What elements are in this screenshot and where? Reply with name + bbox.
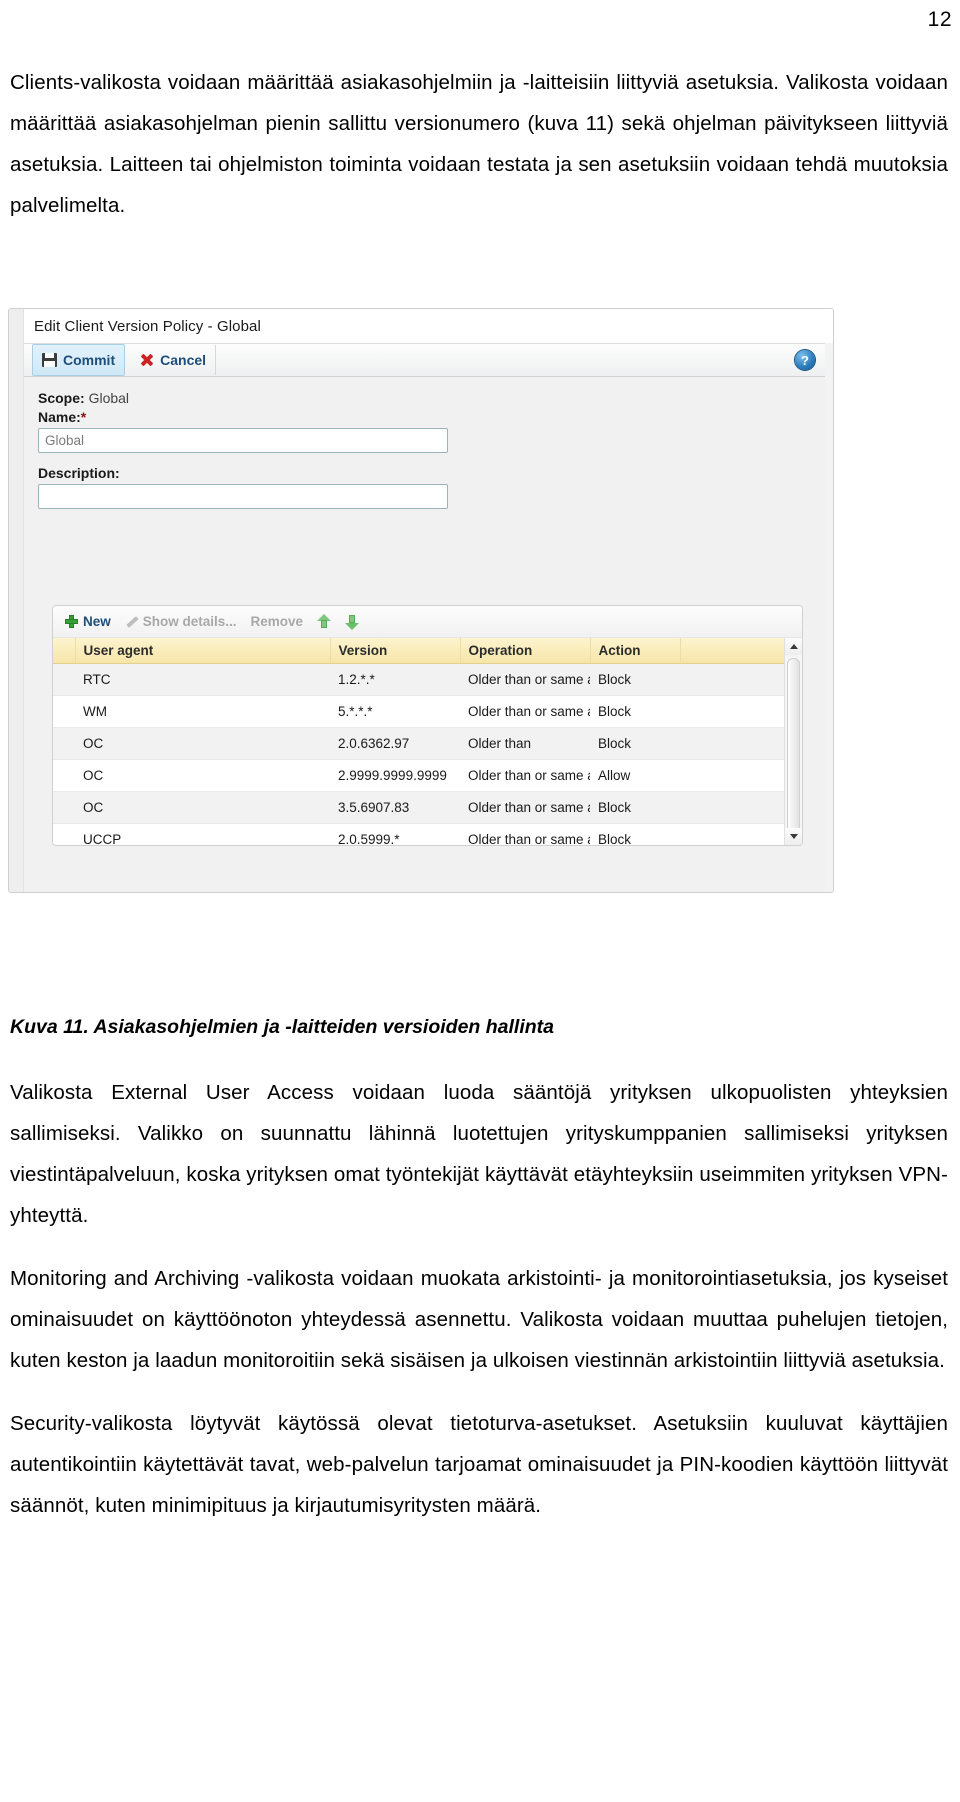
cell-operation: Older than or same as <box>460 759 590 792</box>
column-header-user-agent[interactable]: User agent <box>75 638 331 664</box>
cell-user-agent: OC <box>75 727 330 760</box>
figure-caption-wrap: Kuva 11. Asiakasohjelmien ja -laitteiden… <box>10 1012 948 1042</box>
name-label: Name: <box>38 409 81 425</box>
paragraph-2: Valikosta External User Access voidaan l… <box>10 1081 948 1227</box>
commit-button-label: Commit <box>63 352 116 368</box>
cell-operation: Older than or same as <box>460 823 590 845</box>
paragraph-1: Clients-valikosta voidaan määrittää asia… <box>10 71 948 217</box>
cell-action: Block <box>590 791 680 824</box>
plus-icon <box>65 615 78 628</box>
new-button[interactable]: New <box>65 614 111 629</box>
table-body: RTC 1.2.*.* Older than or same as Block … <box>53 663 802 845</box>
table-row[interactable]: OC 2.0.6362.97 Older than Block <box>53 727 802 760</box>
cell-version: 5.*.*.* <box>330 695 460 728</box>
name-required-marker: * <box>80 409 87 425</box>
cancel-x-icon <box>140 353 154 367</box>
table-vertical-scrollbar[interactable] <box>784 638 802 845</box>
cell-user-agent: OC <box>75 759 330 792</box>
table-row[interactable]: OC 3.5.6907.83 Older than or same as Blo… <box>53 791 802 824</box>
cell-action: Block <box>590 727 680 760</box>
cell-operation: Older than or same as <box>460 663 590 696</box>
document-body-bottom: Valikosta External User Access voidaan l… <box>10 1072 948 1526</box>
move-up-button[interactable] <box>317 613 332 630</box>
table-row[interactable]: RTC 1.2.*.* Older than or same as Block <box>53 663 802 696</box>
cell-action: Block <box>590 663 680 696</box>
column-header-operation[interactable]: Operation <box>460 638 591 664</box>
save-icon <box>42 353 57 367</box>
cell-version: 1.2.*.* <box>330 663 460 696</box>
scope-row: Scope: Global <box>38 390 811 406</box>
cancel-button[interactable]: Cancel <box>131 345 217 375</box>
cell-version: 2.0.5999.* <box>330 823 460 845</box>
cell-operation: Older than or same as <box>460 695 590 728</box>
new-button-label: New <box>83 614 111 629</box>
cell-user-agent: OC <box>75 791 330 824</box>
description-label-row: Description: <box>38 465 811 481</box>
version-rules-panel: New Show details... Remove User agent Ve… <box>52 605 803 846</box>
cell-operation: Older than or same as <box>460 791 590 824</box>
column-header-action[interactable]: Action <box>590 638 681 664</box>
cell-action: Block <box>590 823 680 845</box>
table-row[interactable]: UCCP 2.0.5999.* Older than or same as Bl… <box>53 823 802 845</box>
scrollbar-thumb[interactable] <box>787 658 800 845</box>
commit-button[interactable]: Commit <box>32 344 126 376</box>
figure-screenshot: Edit Client Version Policy - Global Comm… <box>8 308 834 893</box>
table-row[interactable]: WM 5.*.*.* Older than or same as Block <box>53 695 802 728</box>
cell-action: Allow <box>590 759 680 792</box>
show-details-button[interactable]: Show details... <box>125 614 237 629</box>
version-rules-table: User agent Version Operation Action RTC … <box>53 638 802 845</box>
window-toolbar: Commit Cancel ? <box>24 343 825 377</box>
table-row[interactable]: OC 2.9999.9999.9999 Older than or same a… <box>53 759 802 792</box>
scope-value: Global <box>88 390 130 406</box>
cell-user-agent: WM <box>75 695 330 728</box>
page-number: 12 <box>927 8 952 31</box>
window-title: Edit Client Version Policy - Global <box>34 317 261 335</box>
scope-label: Scope: <box>38 390 85 406</box>
move-down-button[interactable] <box>345 614 360 630</box>
cell-user-agent: UCCP <box>75 823 330 845</box>
edit-client-version-policy-window: Edit Client Version Policy - Global Comm… <box>8 308 834 893</box>
remove-button-label: Remove <box>250 614 304 629</box>
pencil-icon <box>125 615 138 628</box>
cell-user-agent: RTC <box>75 663 330 696</box>
column-header-version[interactable]: Version <box>330 638 461 664</box>
policy-form: Scope: Global Name:* Global Description: <box>24 377 825 892</box>
row-gutter <box>53 759 75 792</box>
window-titlebar: Edit Client Version Policy - Global <box>24 309 833 343</box>
scroll-up-icon[interactable] <box>785 638 802 655</box>
name-input[interactable]: Global <box>38 428 448 453</box>
list-toolbar: New Show details... Remove <box>53 606 802 638</box>
cancel-button-label: Cancel <box>160 352 207 368</box>
document-body-top: Clients-valikosta voidaan määrittää asia… <box>10 62 948 226</box>
row-gutter <box>53 663 75 696</box>
row-gutter <box>53 695 75 728</box>
figure-caption: Kuva 11. Asiakasohjelmien ja -laitteiden… <box>10 1016 555 1038</box>
arrow-up-icon <box>317 613 332 630</box>
remove-button[interactable]: Remove <box>251 614 304 629</box>
description-label: Description: <box>38 465 120 481</box>
table-header-row: User agent Version Operation Action <box>53 638 802 664</box>
scroll-down-icon[interactable] <box>785 828 802 845</box>
show-details-button-label: Show details... <box>142 614 237 629</box>
cell-version: 2.9999.9999.9999 <box>330 759 460 792</box>
paragraph-4: Security-valikosta löytyvät käytössä ole… <box>10 1412 948 1517</box>
row-gutter <box>53 727 75 760</box>
cell-action: Block <box>590 695 680 728</box>
name-label-row: Name:* <box>38 409 811 425</box>
arrow-down-icon <box>345 614 360 630</box>
cell-operation: Older than <box>460 727 590 760</box>
description-input[interactable] <box>38 484 448 509</box>
row-gutter <box>53 823 75 845</box>
cell-version: 3.5.6907.83 <box>330 791 460 824</box>
cell-version: 2.0.6362.97 <box>330 727 460 760</box>
name-input-value: Global <box>45 433 85 448</box>
row-selector-header <box>53 638 76 664</box>
row-gutter <box>53 791 75 824</box>
paragraph-3: Monitoring and Archiving -valikosta void… <box>10 1267 948 1372</box>
help-icon[interactable]: ? <box>795 350 815 370</box>
